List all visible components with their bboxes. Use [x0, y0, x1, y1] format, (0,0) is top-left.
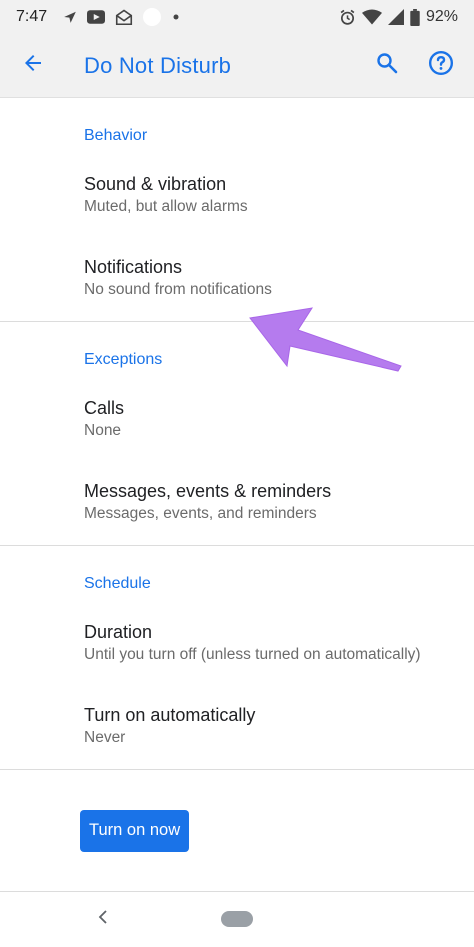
pref-summary: No sound from notifications [84, 281, 272, 298]
navigation-bar [0, 893, 474, 947]
pref-sound-vibration[interactable]: Sound & vibration Muted, but allow alarm… [0, 172, 474, 255]
wifi-icon [361, 9, 382, 25]
pref-summary: Messages, events, and reminders [84, 505, 317, 522]
pref-summary: Never [84, 729, 126, 746]
pref-duration[interactable]: Duration Until you turn off (unless turn… [0, 620, 474, 703]
pref-title: Calls [84, 398, 125, 418]
section-exceptions: Exceptions Calls None Messages, events &… [0, 322, 474, 546]
pref-calls[interactable]: Calls None [0, 396, 474, 479]
status-time: 7:47 [16, 8, 48, 25]
battery-level: 92% [425, 8, 458, 25]
button-area: Turn on now [0, 770, 474, 892]
pref-summary: None [84, 422, 122, 439]
alarm-icon [339, 9, 356, 26]
nav-home-pill[interactable] [221, 911, 253, 927]
pref-title: Notifications [84, 257, 183, 277]
pref-title: Messages, events & reminders [84, 481, 332, 501]
app-actions [360, 34, 474, 98]
app-bar: Do Not Disturb [0, 34, 474, 98]
section-header-exceptions: Exceptions [84, 351, 163, 368]
section-behavior: Behavior Sound & vibration Muted, but al… [0, 98, 474, 322]
chevron-left-icon [98, 909, 108, 929]
signal-icon [387, 9, 404, 25]
youtube-icon [87, 10, 106, 24]
section-schedule: Schedule Duration Until you turn off (un… [0, 546, 474, 770]
pref-messages-events-reminders[interactable]: Messages, events & reminders Messages, e… [0, 479, 474, 545]
search-button[interactable] [360, 34, 414, 98]
nav-back-button[interactable] [93, 905, 113, 933]
battery-icon [410, 8, 420, 26]
settings-content: Behavior Sound & vibration Muted, but al… [0, 98, 474, 892]
pref-notifications[interactable]: Notifications No sound from notification… [0, 255, 474, 321]
pref-title: Sound & vibration [84, 174, 227, 194]
status-left: 7:47 [16, 8, 181, 26]
help-button[interactable] [414, 34, 468, 98]
pref-summary: Until you turn off (unless turned on aut… [84, 646, 421, 663]
section-header-behavior: Behavior [84, 127, 148, 144]
back-button[interactable] [0, 34, 66, 98]
page-title: Do Not Disturb [84, 52, 232, 78]
turn-on-now-button[interactable]: Turn on now [80, 809, 190, 852]
circle-icon [143, 8, 162, 26]
dot-icon [171, 12, 181, 22]
help-icon [428, 50, 454, 81]
pref-turn-on-automatically[interactable]: Turn on automatically Never [0, 703, 474, 769]
section-header-schedule: Schedule [84, 575, 151, 592]
navigation-icon [63, 10, 77, 24]
email-icon [115, 9, 133, 25]
status-right: 92% [339, 8, 458, 26]
pref-title: Turn on automatically [84, 705, 256, 725]
pref-summary: Muted, but allow alarms [84, 198, 248, 215]
back-arrow-icon [21, 51, 45, 80]
search-icon [375, 51, 399, 80]
status-bar: 7:47 92% [0, 0, 474, 34]
pref-title: Duration [84, 622, 153, 642]
